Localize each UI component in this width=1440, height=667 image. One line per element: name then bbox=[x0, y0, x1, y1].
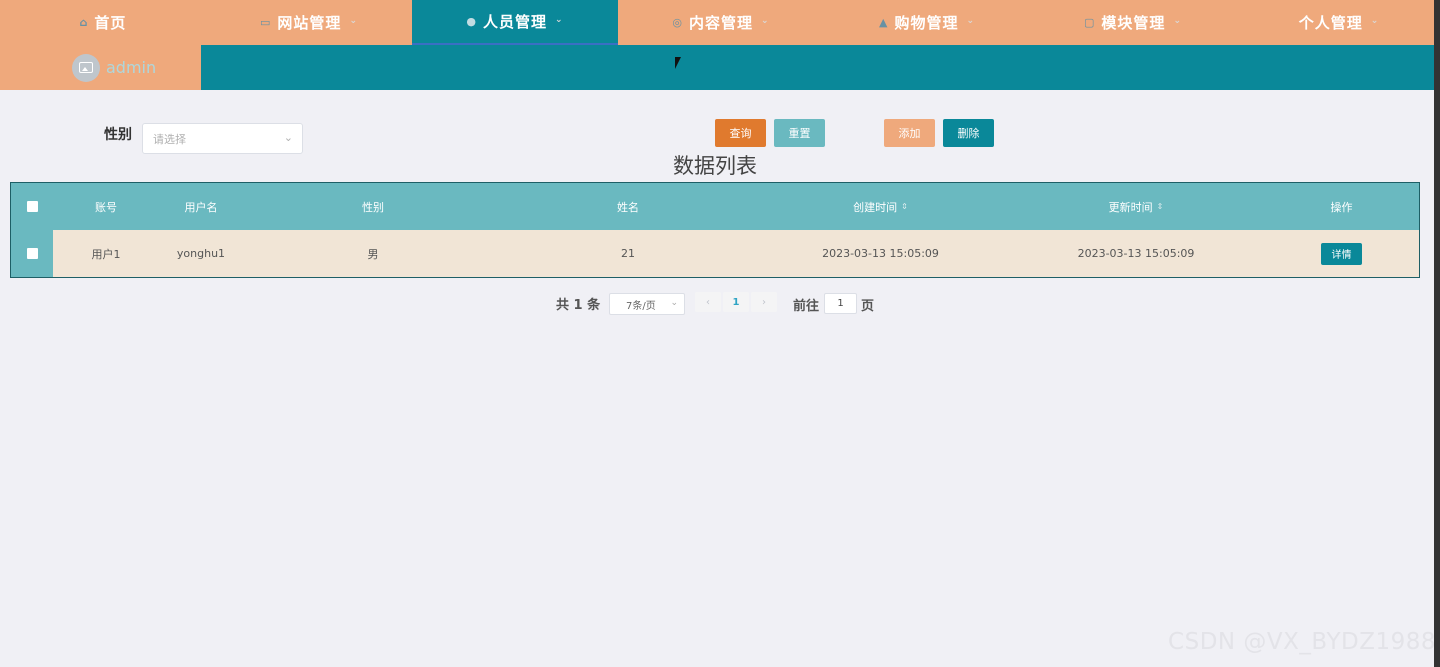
nav-item-label: 购物管理 bbox=[894, 14, 959, 32]
window-edge bbox=[1434, 0, 1440, 667]
username: admin bbox=[106, 58, 157, 77]
gender-select-placeholder: 请选择 bbox=[153, 132, 186, 146]
sort-icon[interactable]: ⇕ bbox=[901, 202, 908, 211]
select-all-checkbox[interactable] bbox=[26, 201, 38, 212]
data-table: 账号 用户名 性别 姓名 创建时间 ⇕ 更新时间 ⇕ 操作 用户1 yonghu… bbox=[10, 182, 1420, 278]
sub-header-bar: admin bbox=[0, 45, 1434, 90]
reset-button[interactable]: 重置 bbox=[774, 119, 825, 147]
sort-icon[interactable]: ⇕ bbox=[1157, 202, 1164, 211]
top-navigation: ⌂ 首页 ▭ 网站管理 ⌄ ● 人员管理 ⌄ ◎ 内容管理 ⌄ ▲ 购物管理 ⌄… bbox=[0, 0, 1434, 45]
cell-updated: 2023-03-13 15:05:09 bbox=[1077, 247, 1195, 260]
nav-item-shopping[interactable]: ▲ 购物管理 ⌄ bbox=[824, 0, 1030, 45]
chevron-down-icon: ⌄ bbox=[555, 14, 564, 25]
header-username: 用户名 bbox=[184, 200, 218, 214]
cell-username: yonghu1 bbox=[176, 247, 226, 260]
nav-item-content[interactable]: ◎ 内容管理 ⌄ bbox=[618, 0, 824, 45]
header-index: 账号 bbox=[95, 200, 117, 214]
page-size-select[interactable]: 7条/页 ⌄ bbox=[609, 293, 685, 315]
monitor-icon: ▭ bbox=[260, 16, 272, 29]
row-checkbox[interactable] bbox=[26, 248, 38, 259]
list-title: 数据列表 bbox=[673, 154, 757, 178]
table-header-row: 账号 用户名 性别 姓名 创建时间 ⇕ 更新时间 ⇕ 操作 bbox=[11, 183, 1419, 230]
header-name: 姓名 bbox=[617, 200, 639, 214]
nav-item-home[interactable]: ⌂ 首页 bbox=[0, 0, 206, 45]
query-button[interactable]: 查询 bbox=[715, 119, 766, 147]
chevron-down-icon: ⌄ bbox=[761, 15, 770, 26]
goto-page-input[interactable]: 1 bbox=[824, 293, 857, 314]
detail-button[interactable]: 详情 bbox=[1321, 242, 1362, 265]
module-icon: ▢ bbox=[1084, 16, 1096, 29]
nav-item-module[interactable]: ▢ 模块管理 ⌄ bbox=[1030, 0, 1236, 45]
table-row: 用户1 yonghu1 男 21 2023-03-13 15:05:09 202… bbox=[11, 230, 1419, 277]
settings-icon: ◎ bbox=[672, 16, 684, 29]
pagination-total: 共 1 条 bbox=[556, 298, 601, 313]
next-page-button[interactable]: › bbox=[751, 292, 777, 312]
goto-suffix: 页 bbox=[861, 299, 875, 314]
chevron-down-icon: ⌄ bbox=[670, 298, 678, 308]
select-all-cell bbox=[11, 183, 53, 230]
cell-name: 21 bbox=[621, 247, 635, 260]
header-updated[interactable]: 更新时间 ⇕ bbox=[1008, 183, 1264, 230]
nav-item-label: 首页 bbox=[94, 14, 127, 32]
add-button[interactable]: 添加 bbox=[884, 119, 935, 147]
bag-icon: ▲ bbox=[878, 16, 889, 29]
goto-prefix: 前往 bbox=[793, 299, 820, 314]
nav-item-label: 人员管理 bbox=[483, 13, 548, 31]
page-size-value: 7条/页 bbox=[626, 300, 656, 312]
gender-filter-label: 性别 bbox=[104, 127, 132, 143]
header-created-label: 创建时间 bbox=[853, 200, 898, 214]
mouse-cursor-icon bbox=[675, 57, 681, 69]
cell-index: 用户1 bbox=[91, 247, 121, 261]
chevron-down-icon: ⌄ bbox=[283, 131, 293, 144]
nav-item-label: 内容管理 bbox=[689, 14, 754, 32]
chevron-down-icon: ⌄ bbox=[966, 15, 976, 26]
header-created[interactable]: 创建时间 ⇕ bbox=[753, 183, 1008, 230]
header-gender: 性别 bbox=[362, 200, 384, 214]
user-info[interactable]: admin bbox=[0, 45, 201, 90]
nav-item-website[interactable]: ▭ 网站管理 ⌄ bbox=[206, 0, 412, 45]
watermark: CSDN @VX_BYDZ1988 bbox=[1168, 629, 1436, 655]
user-icon: ● bbox=[466, 15, 478, 28]
nav-item-personnel[interactable]: ● 人员管理 ⌄ bbox=[412, 0, 618, 45]
chevron-down-icon: ⌄ bbox=[349, 15, 358, 26]
nav-item-personal[interactable]: 个人管理 ⌄ bbox=[1236, 0, 1440, 45]
cell-gender: 男 bbox=[367, 247, 379, 261]
home-icon: ⌂ bbox=[79, 16, 89, 29]
row-select-cell bbox=[11, 230, 53, 277]
chevron-down-icon: ⌄ bbox=[1370, 15, 1380, 26]
prev-page-button[interactable]: ‹ bbox=[695, 292, 721, 312]
cell-op: 详情 bbox=[1264, 230, 1419, 277]
image-icon bbox=[79, 62, 93, 73]
cell-created: 2023-03-13 15:05:09 bbox=[822, 247, 939, 260]
nav-item-label: 网站管理 bbox=[277, 14, 342, 32]
nav-item-label: 模块管理 bbox=[1101, 14, 1166, 32]
header-op: 操作 bbox=[1330, 200, 1353, 214]
chevron-down-icon: ⌄ bbox=[1173, 15, 1182, 26]
delete-button[interactable]: 删除 bbox=[943, 119, 994, 147]
nav-item-label: 个人管理 bbox=[1298, 14, 1363, 32]
header-updated-label: 更新时间 bbox=[1108, 200, 1153, 214]
avatar bbox=[72, 53, 100, 82]
page-number-button[interactable]: 1 bbox=[723, 292, 749, 312]
